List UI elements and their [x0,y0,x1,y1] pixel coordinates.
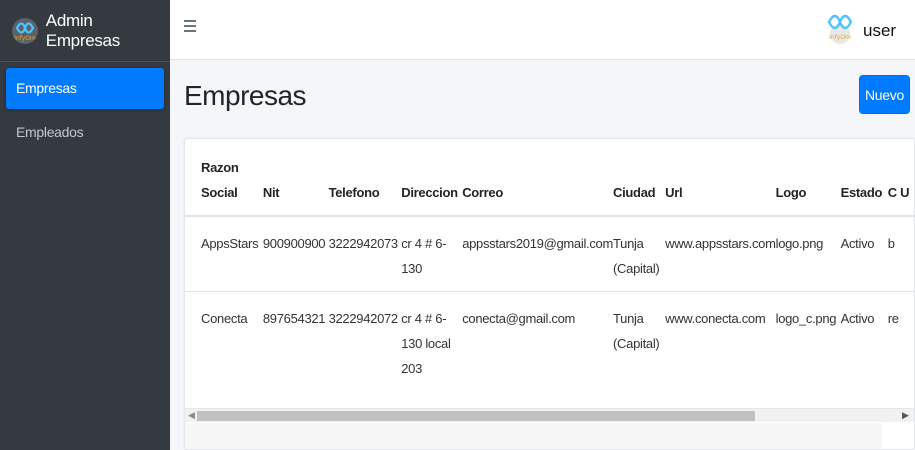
cell-ciudad: Tunja (Capital) [613,215,666,291]
cell-razon-social: AppsStars [185,215,263,291]
brand-link[interactable]: InfyOm Admin Empresas [0,0,170,62]
page-title: Empresas [184,80,307,111]
companies-card: Razon Social Nit Telefono Direccion Corr… [184,138,915,450]
col-header-estado: Estado [840,185,883,200]
cell-telefono: 3222942072 [328,290,402,409]
cell-logo: logo_c.png [775,290,841,409]
sidebar-nav: Empresas Empleados [0,62,170,162]
table-header-row: Razon Social Nit Telefono Direccion Corr… [185,139,914,216]
top-navbar: InfyOm user [170,0,915,60]
scroll-right-icon[interactable]: ▶ [902,410,909,421]
cell-correo: appsstars2019@gmail.com [462,215,613,291]
cell-telefono: 3222942073 [328,215,402,291]
col-header-cu: C U [887,185,910,200]
scroll-left-icon[interactable]: ◀ [188,410,195,421]
svg-text:InfyOm: InfyOm [14,35,36,42]
col-header-telefono: Telefono [328,185,380,200]
sidebar-item-empleados[interactable]: Empleados [6,112,164,153]
infinity-logo-icon: InfyOm [12,17,38,44]
horizontal-scrollbar[interactable]: ◀ ▶ [185,408,914,422]
col-header-correo: Correo [462,185,504,200]
cell-razon-social: Conecta [185,290,263,409]
cell-cu: b [887,215,914,291]
brand-title: Admin Empresas [45,10,120,50]
cell-nit: 900900900 [262,215,329,291]
card-footer [185,423,882,449]
cell-estado: Activo [840,290,888,409]
col-header-url: Url [665,185,683,200]
companies-table: Razon Social Nit Telefono Direccion Corr… [185,139,914,409]
col-header-logo: Logo [775,185,807,200]
new-button[interactable]: Nuevo [859,75,910,114]
cell-ciudad: Tunja (Capital) [613,290,666,409]
cell-nit: 897654321 [262,290,329,409]
svg-text:InfyOm: InfyOm [829,34,851,41]
col-header-direccion: Direccion [401,185,458,200]
table-row[interactable]: AppsStars 900900900 3222942073 cr 4 # 6-… [185,215,914,291]
table-scroll-area[interactable]: Razon Social Nit Telefono Direccion Corr… [185,139,914,409]
table-row[interactable]: Conecta 897654321 3222942072 cr 4 # 6-13… [185,290,914,409]
cell-estado: Activo [840,215,888,291]
cell-direccion: cr 4 # 6-130 [401,215,463,291]
cell-logo: logo.png [775,215,841,291]
hamburger-icon[interactable] [184,20,196,34]
cell-url: www.conecta.com [665,290,776,409]
cell-cu: re [887,290,914,409]
user-avatar[interactable]: InfyOm [825,12,855,46]
col-header-ciudad: Ciudad [613,185,656,200]
cell-direccion: cr 4 # 6-130 local 203 [401,290,463,409]
col-header-nit: Nit [262,185,280,200]
sidebar: InfyOm Admin Empresas Empresas Empleados [0,0,170,450]
col-header-razon-social: Razon Social [201,160,239,200]
sidebar-item-empresas[interactable]: Empresas [6,68,164,109]
scrollbar-thumb[interactable] [197,411,755,421]
user-name[interactable]: user [863,21,896,41]
cell-url: www.appsstars.com [665,215,776,291]
cell-correo: conecta@gmail.com [462,290,614,409]
